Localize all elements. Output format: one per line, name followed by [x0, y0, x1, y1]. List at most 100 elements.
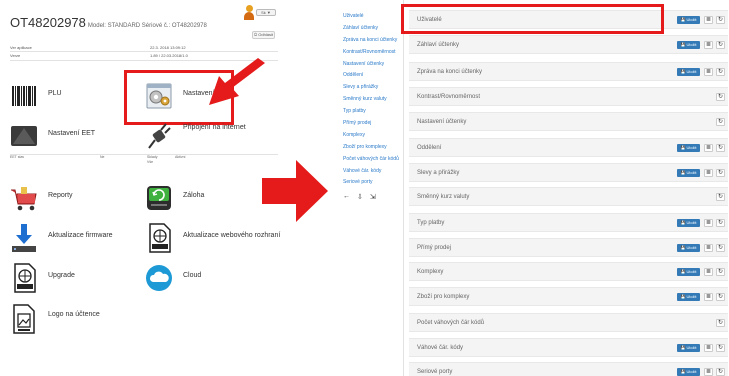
- list-icon[interactable]: ≣: [704, 169, 713, 177]
- refresh-icon[interactable]: ↻: [716, 41, 725, 49]
- tile-receipt-logo[interactable]: Logo na účtence: [10, 303, 130, 337]
- tile-label: Reporty: [48, 192, 73, 199]
- save-button[interactable]: 💾 Uložit: [677, 144, 700, 152]
- refresh-icon[interactable]: ↻: [716, 193, 725, 201]
- list-icon[interactable]: ≣: [704, 68, 713, 76]
- save-button[interactable]: 💾 Uložit: [677, 368, 700, 376]
- nav-item[interactable]: Kontrast/Rovnoměrnost: [343, 49, 403, 61]
- nav-item[interactable]: Přímý prodej: [343, 120, 403, 132]
- list-icon[interactable]: ≣: [704, 41, 713, 49]
- highlight-users-box: [401, 4, 664, 34]
- refresh-icon[interactable]: ↻: [716, 93, 725, 101]
- nav-item[interactable]: Komplexy: [343, 132, 403, 144]
- refresh-icon[interactable]: ↻: [716, 68, 725, 76]
- list-icon[interactable]: ≣: [704, 368, 713, 376]
- settings-row: Záhlaví účtenky 💾 Uložit ≣ ↻: [409, 35, 728, 54]
- list-icon[interactable]: ≣: [704, 219, 713, 227]
- nav-item[interactable]: Oddělení: [343, 72, 403, 84]
- device-model-line: Model: STANDARD Sériové č.: OT48202978: [87, 23, 207, 29]
- list-icon[interactable]: ≣: [704, 268, 713, 276]
- list-icon[interactable]: ≣: [704, 244, 713, 252]
- nav-item[interactable]: Slevy a přirážky: [343, 84, 403, 96]
- refresh-icon[interactable]: ↻: [716, 268, 725, 276]
- nav-item[interactable]: Počet váhových čár kódů: [343, 156, 403, 168]
- tile-label: Aktualizace firmware: [48, 232, 113, 239]
- tile-reports[interactable]: Reporty: [10, 182, 130, 216]
- save-label: Uložit: [686, 170, 697, 175]
- refresh-icon[interactable]: ↻: [716, 368, 725, 376]
- tile-plu[interactable]: PLU: [10, 80, 120, 114]
- refresh-icon[interactable]: ↻: [716, 16, 725, 24]
- info-key: Verze: [10, 53, 21, 58]
- settings-row-label: Komplexy: [417, 269, 444, 275]
- save-button[interactable]: 💾 Uložit: [677, 268, 700, 276]
- settings-row: Nastavení účtenky ↻: [409, 112, 728, 131]
- save-button[interactable]: 💾 Uložit: [677, 244, 700, 252]
- info-value: 22.3. 2018 13:09:12: [150, 45, 186, 50]
- refresh-icon[interactable]: ↻: [716, 118, 725, 126]
- tile-label: Upgrade: [48, 272, 75, 279]
- nav-item[interactable]: Zpráva na konci účtenky: [343, 37, 403, 49]
- tile-backup[interactable]: Záloha: [145, 182, 265, 216]
- refresh-icon[interactable]: ↻: [716, 219, 725, 227]
- nav-item[interactable]: Směnný kurz valuty: [343, 96, 403, 108]
- refresh-icon[interactable]: ↻: [716, 144, 725, 152]
- save-button[interactable]: 💾 Uložit: [677, 68, 700, 76]
- nav-item[interactable]: Typ platby: [343, 108, 403, 120]
- tile-internet[interactable]: Připojení na internet: [145, 120, 285, 154]
- html-file-icon: [149, 223, 171, 253]
- tile-cloud[interactable]: Cloud: [145, 262, 265, 296]
- logout-button[interactable]: ⏻ Odhlásit: [252, 31, 275, 39]
- save-button[interactable]: 💾 Uložit: [677, 16, 700, 24]
- download-icon[interactable]: ⇩: [357, 193, 363, 201]
- settings-row-label: Zboží pro komplexy: [417, 294, 470, 300]
- tile-upgrade[interactable]: Upgrade: [10, 262, 130, 296]
- status-row: EET stav Ne Sklady Aktivní Vše: [10, 155, 280, 164]
- refresh-icon[interactable]: ↻: [716, 319, 725, 327]
- nav-item[interactable]: Seriové porty: [343, 179, 403, 191]
- user-icon[interactable]: [244, 5, 254, 21]
- refresh-icon[interactable]: ↻: [716, 169, 725, 177]
- arrow-pointer-icon: [209, 58, 265, 105]
- save-button[interactable]: 💾 Uložit: [677, 219, 700, 227]
- save-button[interactable]: 💾 Uložit: [677, 293, 700, 301]
- settings-row-label: Slevy a přirážky: [417, 170, 460, 176]
- html-file-icon: [14, 263, 36, 293]
- back-icon[interactable]: ←: [343, 193, 350, 201]
- list-icon[interactable]: ≣: [704, 16, 713, 24]
- refresh-icon[interactable]: ↻: [716, 344, 725, 352]
- nav-item[interactable]: Váhové čár. kódy: [343, 168, 403, 180]
- settings-sidebar: Uživatelé Záhlaví účtenky Zpráva na konc…: [343, 13, 403, 201]
- list-icon[interactable]: ≣: [704, 293, 713, 301]
- save-button[interactable]: 💾 Uložit: [677, 169, 700, 177]
- tile-firmware[interactable]: Aktualizace firmware: [10, 222, 140, 256]
- list-icon[interactable]: ≣: [704, 344, 713, 352]
- refresh-icon[interactable]: ↻: [716, 293, 725, 301]
- refresh-icon[interactable]: ↻: [716, 244, 725, 252]
- settings-row: Počet váhových čár kódů ↻: [409, 313, 728, 332]
- tile-web-update[interactable]: Aktualizace webového rozhraní: [145, 222, 286, 256]
- nav-item[interactable]: Nastavení účtenky: [343, 61, 403, 73]
- save-label: Uložit: [686, 69, 697, 74]
- save-button[interactable]: 💾 Uložit: [677, 344, 700, 352]
- list-icon[interactable]: ≣: [704, 144, 713, 152]
- tile-label: Aktualizace webového rozhraní: [183, 232, 281, 239]
- nav-item[interactable]: Uživatelé: [343, 13, 403, 25]
- settings-row-label: Oddělení: [417, 145, 442, 151]
- nav-item[interactable]: Zboží pro komplexy: [343, 144, 403, 156]
- info-value: 1.89 / 22.03.2018/1.0: [150, 53, 188, 58]
- backup-icon: [147, 186, 171, 210]
- upload-icon[interactable]: ⇲: [370, 193, 376, 201]
- cloud-icon: [146, 265, 172, 291]
- settings-row: Kontrast/Rovnoměrnost ↻: [409, 87, 728, 106]
- tile-eet[interactable]: Nastavení EET: [10, 120, 130, 154]
- language-dropdown[interactable]: Sk ▼: [256, 9, 276, 16]
- save-label: Uložit: [686, 369, 697, 374]
- divider: [10, 154, 278, 155]
- status-value: Vše: [147, 160, 154, 164]
- save-label: Uložit: [686, 269, 697, 274]
- settings-row-label: Počet váhových čár kódů: [417, 320, 485, 326]
- settings-row: Přímý prodej 💾 Uložit ≣ ↻: [409, 238, 728, 257]
- nav-item[interactable]: Záhlaví účtenky: [343, 25, 403, 37]
- save-button[interactable]: 💾 Uložit: [677, 41, 700, 49]
